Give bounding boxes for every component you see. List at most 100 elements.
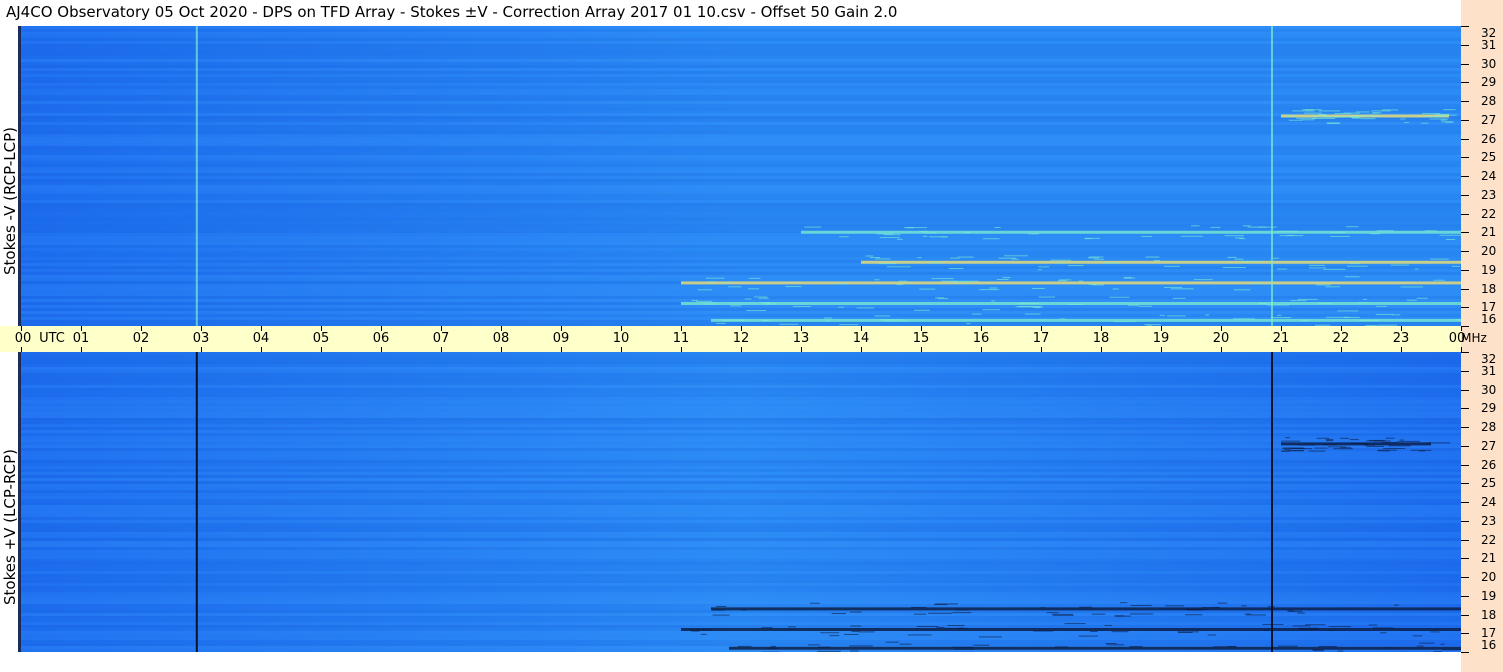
band-speckle	[898, 280, 908, 282]
texture-stripe	[21, 490, 1461, 493]
texture-stripe	[21, 508, 1461, 511]
band-speckle	[945, 627, 968, 629]
texture-stripe	[21, 448, 1461, 451]
band-speckle	[1130, 605, 1152, 607]
frequency-unit-label: MHz	[1461, 331, 1487, 345]
texture-stripe	[21, 107, 1461, 110]
texture-stripe	[21, 173, 1461, 176]
band-speckle	[1166, 315, 1186, 317]
frequency-tick-label: 31	[1481, 37, 1497, 52]
time-tick-label: 02	[132, 331, 150, 346]
band-speckle	[1011, 258, 1019, 260]
band-speckle	[1304, 109, 1314, 111]
band-speckle	[1111, 631, 1129, 633]
band-speckle	[741, 609, 747, 611]
frequency-axis-top: 32 31 30 29 28 27 26 25 24 23 22 21 20 19 18 17 16	[1461, 26, 1503, 327]
time-tick-mark	[501, 347, 502, 352]
texture-stripe	[21, 409, 1461, 412]
frequency-tick-label: 16	[1481, 638, 1497, 652]
band-speckle	[779, 323, 799, 325]
texture-stripe	[21, 44, 1461, 47]
frequency-tick-label: 28	[1481, 94, 1497, 108]
texture-stripe	[21, 418, 1461, 421]
texture-stripe	[21, 553, 1461, 556]
band-speckle	[884, 320, 909, 322]
band-speckle	[1397, 440, 1420, 442]
band-speckle	[820, 632, 840, 634]
frequency-tick-label: 20	[1481, 244, 1497, 258]
band-speckle	[722, 282, 730, 284]
texture-stripe	[21, 158, 1461, 161]
band-speckle	[952, 612, 972, 614]
texture-stripe	[21, 50, 1461, 53]
band-speckle	[996, 279, 1009, 281]
texture-stripe	[21, 296, 1461, 299]
time-tick-mark	[981, 347, 982, 352]
texture-stripe	[21, 56, 1461, 59]
band-speckle	[1078, 280, 1084, 282]
time-tick-label: 14	[852, 331, 870, 346]
texture-stripe	[21, 149, 1461, 152]
texture-stripe	[21, 257, 1461, 260]
texture-stripe	[21, 559, 1461, 562]
time-tick-label: 21	[1272, 331, 1290, 346]
texture-stripe	[21, 637, 1461, 640]
frequency-tick-label: 30	[1481, 382, 1497, 397]
band-speckle	[1222, 267, 1246, 269]
band-speckle	[850, 625, 862, 627]
texture-stripe	[21, 436, 1461, 439]
band-speckle	[1057, 262, 1064, 264]
time-tick-label: 01	[72, 331, 90, 346]
texture-stripe	[21, 496, 1461, 499]
time-tick-label: 00	[14, 331, 32, 346]
band-speckle	[1054, 646, 1069, 648]
texture-stripe	[21, 391, 1461, 394]
y-axis-label-top: Stokes -V (RCP-LCP)	[1, 127, 19, 275]
time-tick-mark	[1341, 347, 1342, 352]
band-speckle	[838, 306, 845, 308]
band-speckle	[839, 236, 849, 238]
band-speckle	[1180, 235, 1203, 237]
band-speckle	[792, 306, 811, 308]
texture-stripe	[21, 89, 1461, 92]
texture-stripe	[21, 466, 1461, 469]
band-speckle	[748, 277, 761, 279]
band-speckle	[1318, 302, 1333, 304]
band-speckle	[928, 612, 953, 614]
frequency-tick-mark	[1461, 539, 1469, 541]
band-speckle	[1087, 257, 1100, 259]
texture-stripe	[21, 128, 1461, 131]
band-speckle	[762, 319, 770, 321]
texture-stripe	[21, 430, 1461, 433]
time-axis: 00 01 02 03 04 05 06 07 08 09 10 11 12 13 14 15 16 17 18 19…	[0, 326, 1487, 352]
band-speckle	[1424, 116, 1445, 118]
texture-stripe	[21, 269, 1461, 272]
texture-stripe	[21, 203, 1461, 206]
band-speckle	[899, 643, 912, 645]
band-speckle	[1046, 612, 1059, 614]
texture-stripe	[21, 194, 1461, 197]
band-speckle	[787, 626, 796, 628]
frequency-tick-label: 27	[1481, 438, 1497, 453]
band-speckle	[851, 631, 860, 633]
texture-stripe	[21, 457, 1461, 460]
band-speckle	[1325, 440, 1334, 442]
band-speckle	[919, 230, 929, 232]
band-speckle	[748, 288, 760, 290]
band-speckle	[1326, 122, 1341, 124]
time-tick-mark	[801, 347, 802, 352]
band-speckle	[1325, 286, 1340, 288]
band-speckle	[1445, 239, 1456, 241]
band-speckle	[931, 278, 954, 280]
frequency-tick-mark	[1461, 307, 1469, 309]
texture-stripe	[21, 511, 1461, 514]
band-speckle	[1271, 317, 1292, 319]
band-speckle	[1285, 115, 1295, 117]
band-speckle	[1339, 437, 1350, 439]
texture-stripe	[21, 62, 1461, 65]
time-tick-mark	[921, 347, 922, 352]
band-speckle	[1164, 286, 1183, 288]
band-speckle	[1327, 446, 1347, 448]
band-speckle	[728, 286, 742, 288]
texture-stripe	[21, 104, 1461, 107]
